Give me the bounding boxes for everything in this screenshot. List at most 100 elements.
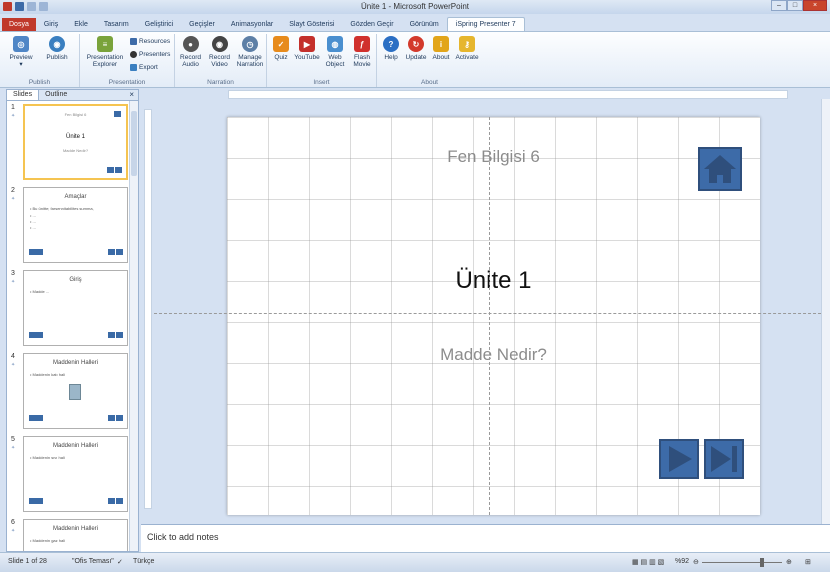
- last-slide-button[interactable]: [704, 439, 744, 479]
- tab-giris[interactable]: Giriş: [36, 18, 66, 31]
- webcam-icon: ◉: [211, 36, 228, 52]
- animation-star-icon: ✦: [11, 528, 16, 534]
- presenters-button[interactable]: Presenters: [130, 51, 170, 58]
- slide-title[interactable]: Fen Bilgisi 6: [227, 147, 760, 167]
- home-icon: [114, 111, 121, 117]
- quiz-button[interactable]: ✓ Quiz: [270, 36, 292, 61]
- tab-tasarim[interactable]: Tasarım: [96, 18, 137, 31]
- tab-outline[interactable]: Outline: [39, 90, 73, 100]
- slide-canvas[interactable]: Fen Bilgisi 6 Ünite 1 Madde Nedir?: [227, 117, 760, 515]
- zoom-level[interactable]: %92: [675, 558, 689, 565]
- zoom-slider[interactable]: [702, 562, 782, 563]
- resources-icon: [130, 38, 137, 45]
- slide-thumb-preview: Maddenin Halleri • Maddenin sıvı hali: [23, 436, 128, 512]
- record-audio-button[interactable]: ● Record Audio: [177, 36, 204, 68]
- record-video-button[interactable]: ◉ Record Video: [205, 36, 234, 68]
- group-insert: ✓ Quiz ▶ YouTube ◍ Web Object ƒ Flash Mo…: [267, 34, 377, 87]
- activate-button[interactable]: ⚷ Activate: [453, 36, 481, 61]
- spellcheck-icon[interactable]: ✓: [117, 558, 123, 566]
- tab-gecisler[interactable]: Geçişler: [181, 18, 223, 31]
- stopwatch-icon: ◷: [242, 36, 258, 52]
- prev-icon: [36, 332, 43, 338]
- zoom-slider-thumb[interactable]: [760, 558, 764, 567]
- next-icon: [108, 249, 115, 255]
- home-button[interactable]: [698, 147, 742, 191]
- slide-main-text[interactable]: Ünite 1: [227, 267, 760, 295]
- view-buttons[interactable]: ▦ ▤ ▥ ▧: [632, 558, 664, 566]
- resources-button[interactable]: Resources: [130, 38, 170, 45]
- preview-icon: ◎: [13, 36, 29, 52]
- animation-star-icon: ✦: [11, 196, 16, 202]
- quiz-checkmark-icon: ✓: [273, 36, 289, 52]
- play-next-icon: [669, 446, 692, 472]
- next-icon: [108, 332, 115, 338]
- slide-thumb-preview: Maddenin Halleri • Maddenin katı hali: [23, 353, 128, 429]
- tab-slides[interactable]: Slides: [7, 90, 40, 100]
- next-icon: [108, 415, 115, 421]
- about-button[interactable]: i About: [430, 36, 452, 61]
- status-bar: Slide 1 of 28 "Ofis Teması" ✓ Türkçe ▦ ▤…: [0, 552, 830, 572]
- slide-counter: Slide 1 of 28: [8, 558, 47, 565]
- theme-name[interactable]: "Ofis Teması": [72, 558, 114, 565]
- slide-thumb-preview: Giriş • Madde ...: [23, 270, 128, 346]
- slide-thumbnail-6[interactable]: 6 ✦ Maddenin Halleri • Maddenin gaz hali: [9, 519, 130, 551]
- youtube-button[interactable]: ▶ YouTube: [293, 36, 321, 61]
- update-button[interactable]: ↻ Update: [403, 36, 429, 61]
- manage-narration-button[interactable]: ◷ Manage Narration: [235, 36, 265, 68]
- slide-editor: Fen Bilgisi 6 Ünite 1 Madde Nedir?: [141, 89, 830, 524]
- first-icon: [29, 498, 36, 504]
- prev-icon: [36, 415, 43, 421]
- next-icon: [107, 167, 114, 173]
- last-icon: [116, 415, 123, 421]
- pane-close-icon[interactable]: ×: [125, 90, 138, 100]
- slide-subtitle[interactable]: Madde Nedir?: [227, 345, 760, 365]
- language-indicator[interactable]: Türkçe: [133, 558, 154, 565]
- vertical-scrollbar[interactable]: [821, 99, 830, 524]
- first-icon: [29, 415, 36, 421]
- preview-button[interactable]: ◎ Preview ▾: [4, 36, 38, 68]
- export-button[interactable]: Export: [130, 64, 158, 71]
- maximize-button[interactable]: □: [787, 0, 803, 11]
- presentation-explorer-button[interactable]: ≡ Presentation Explorer: [83, 36, 127, 68]
- tab-gorunum[interactable]: Görünüm: [402, 18, 447, 31]
- tab-animasyonlar[interactable]: Animasyonlar: [223, 18, 281, 31]
- last-icon: [115, 167, 122, 173]
- slide-thumb-preview: Maddenin Halleri • Maddenin gaz hali: [23, 519, 128, 551]
- slide-thumb-preview: Amaçlar • Bu ünitte; farsennitabilites s…: [23, 187, 128, 263]
- fit-to-window-icon[interactable]: ⊞: [805, 558, 811, 566]
- tab-slayt-gosterisi[interactable]: Slayt Gösterisi: [281, 18, 342, 31]
- publish-button[interactable]: ◉ Publish: [40, 36, 74, 61]
- web-object-button[interactable]: ◍ Web Object: [322, 36, 348, 68]
- presenters-icon: [130, 51, 137, 58]
- animation-star-icon: ✦: [11, 113, 16, 119]
- help-button[interactable]: ? Help: [380, 36, 402, 61]
- horizontal-guide[interactable]: [154, 313, 826, 314]
- pane-scrollbar[interactable]: [129, 101, 138, 551]
- minimize-button[interactable]: –: [771, 0, 787, 11]
- last-icon: [116, 498, 123, 504]
- vertical-guide[interactable]: [489, 117, 490, 515]
- presentation-explorer-icon: ≡: [97, 36, 113, 52]
- horizontal-ruler: [228, 90, 788, 99]
- tab-ispring-presenter[interactable]: iSpring Presenter 7: [446, 17, 525, 31]
- group-narration: ● Record Audio ◉ Record Video ◷ Manage N…: [175, 34, 267, 87]
- zoom-in-icon[interactable]: ⊕: [786, 558, 792, 566]
- tab-dosya[interactable]: Dosya: [2, 18, 36, 31]
- thumb-image: [69, 384, 81, 400]
- notes-pane[interactable]: Click to add notes: [141, 524, 830, 552]
- flash-movie-button[interactable]: ƒ Flash Movie: [349, 36, 375, 68]
- close-button[interactable]: ×: [803, 0, 827, 11]
- vertical-ruler: [144, 109, 152, 509]
- about-info-icon: i: [433, 36, 449, 52]
- last-icon: [116, 249, 123, 255]
- next-slide-button[interactable]: [659, 439, 699, 479]
- animation-star-icon: ✦: [11, 445, 16, 451]
- export-icon: [130, 64, 137, 71]
- tab-gozden-gecir[interactable]: Gözden Geçir: [342, 18, 401, 31]
- zoom-out-icon[interactable]: ⊖: [693, 558, 699, 566]
- prev-icon: [36, 249, 43, 255]
- tab-ekle[interactable]: Ekle: [66, 18, 96, 31]
- tab-gelistirici[interactable]: Geliştirici: [137, 18, 181, 31]
- web-object-icon: ◍: [327, 36, 343, 52]
- activate-key-icon: ⚷: [459, 36, 475, 52]
